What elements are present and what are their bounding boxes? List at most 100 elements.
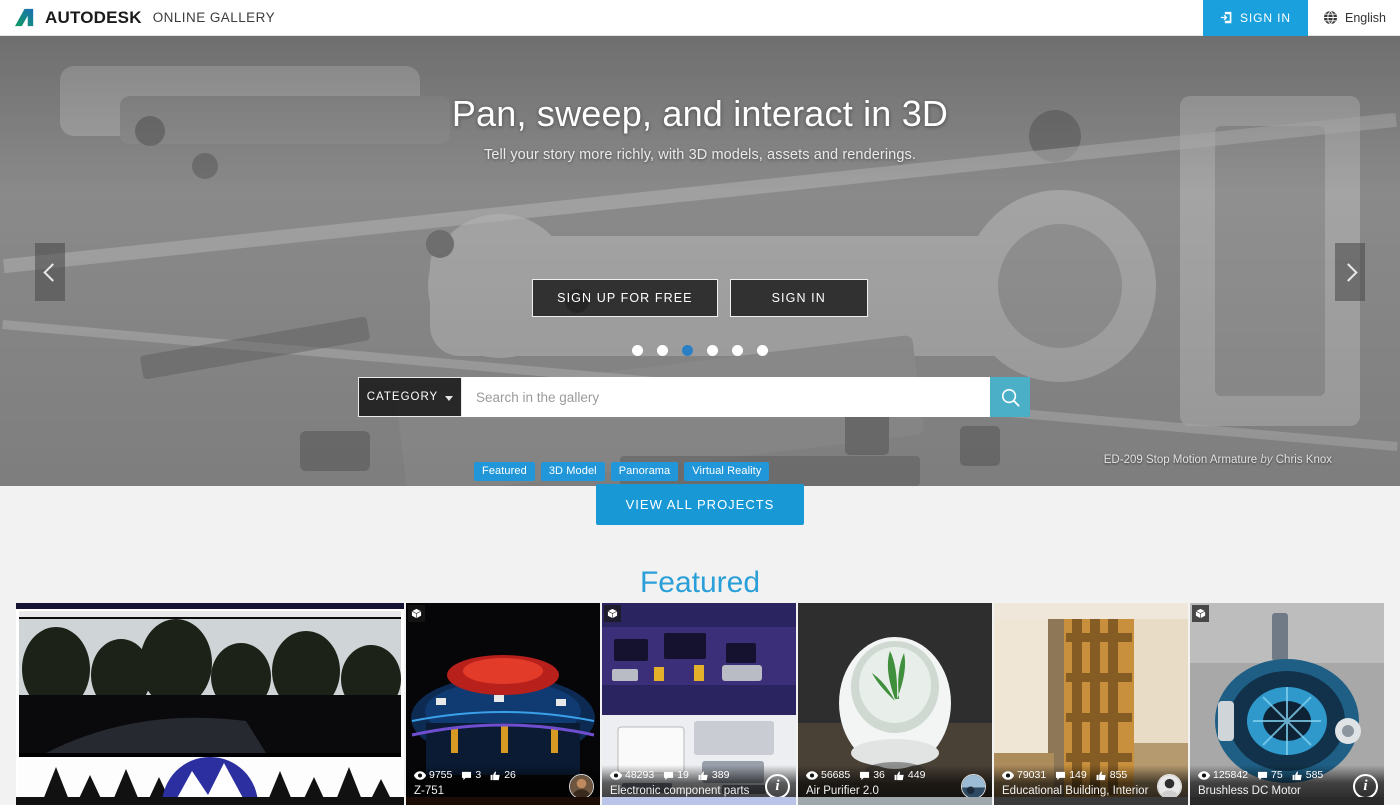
hero-attribution-by: by: [1260, 454, 1273, 466]
carousel-next-button[interactable]: [1335, 243, 1365, 301]
likes-stat: 585: [1292, 769, 1323, 782]
globe-icon: [1323, 10, 1338, 25]
likes-stat: 389: [698, 769, 730, 782]
views-stat: 79031: [1002, 769, 1046, 782]
category-label: CATEGORY: [366, 391, 439, 403]
gallery-card[interactable]: 48293 19 389 Electronic component parts: [602, 603, 796, 805]
likes-count: 855: [1109, 769, 1128, 781]
search-submit-button[interactable]: [990, 377, 1030, 417]
comments-stat: 3: [461, 769, 481, 782]
comment-icon: [462, 771, 472, 780]
card-stats: 48293 19 389: [610, 769, 788, 782]
info-icon[interactable]: i: [765, 774, 790, 799]
card-title: Air Purifier 2.0: [806, 785, 879, 797]
views-count: 56685: [821, 769, 851, 781]
gallery-card[interactable]: [16, 797, 404, 805]
sign-in-button[interactable]: SIGN IN: [1203, 0, 1308, 36]
gallery-card[interactable]: 79031 149 855 Educational Building, Inte…: [994, 603, 1188, 805]
brand-name: AUTODESK: [45, 7, 142, 27]
cube-icon: [1192, 605, 1209, 622]
eye-icon: [414, 771, 426, 780]
sign-in-label: SIGN IN: [1240, 10, 1291, 25]
views-stat: 56685: [806, 769, 850, 782]
gallery-card[interactable]: [406, 797, 600, 805]
avatar[interactable]: [1157, 774, 1182, 799]
carousel-dot-3[interactable]: [682, 345, 693, 356]
views-stat: 9755: [414, 769, 452, 782]
carousel-prev-button[interactable]: [35, 243, 65, 301]
featured-grid: 9755 3 26 Z-751 48293 19 389 Electronic …: [16, 603, 1384, 805]
hero-sign-in-button[interactable]: SIGN IN: [729, 279, 868, 317]
likes-count: 389: [711, 769, 730, 781]
thumbs-up-icon: [894, 771, 904, 780]
chevron-down-icon: [445, 396, 454, 401]
eye-icon: [1002, 771, 1014, 780]
sign-up-for-free-button[interactable]: SIGN UP FOR FREE: [532, 279, 718, 317]
eye-icon: [1198, 771, 1210, 780]
views-count: 48293: [625, 769, 655, 781]
card-title: Electronic component parts: [610, 785, 750, 797]
search-tag-virtual-reality[interactable]: Virtual Reality: [684, 462, 770, 481]
views-count: 79031: [1017, 769, 1047, 781]
thumbs-up-icon: [490, 771, 500, 780]
comment-icon: [860, 771, 870, 780]
search-tag-panorama[interactable]: Panorama: [610, 462, 679, 481]
language-label: English: [1345, 10, 1386, 25]
gallery-card[interactable]: 9755 3 26 Z-751: [406, 603, 600, 805]
gallery-card[interactable]: [1190, 797, 1384, 805]
info-icon[interactable]: i: [1353, 774, 1378, 799]
eye-icon: [806, 771, 818, 780]
brand-subtitle: ONLINE GALLERY: [152, 10, 276, 25]
comments-count: 36: [873, 769, 885, 781]
hero-attribution: ED-209 Stop Motion Armature by Chris Kno…: [1104, 454, 1332, 466]
avatar-image: [570, 775, 593, 798]
gallery-card[interactable]: [994, 797, 1188, 805]
likes-count: 26: [504, 769, 516, 781]
comments-count: 75: [1271, 769, 1283, 781]
carousel-dot-4[interactable]: [707, 345, 718, 356]
comments-count: 3: [475, 769, 482, 781]
cube-glyph: [607, 608, 618, 619]
avatar[interactable]: [569, 774, 594, 799]
carousel-dot-6[interactable]: [757, 345, 768, 356]
view-all-projects-button[interactable]: VIEW ALL PROJECTS: [595, 484, 805, 525]
card-thumbnail: [16, 603, 404, 805]
cube-icon: [408, 605, 425, 622]
cube-glyph: [411, 608, 422, 619]
gallery-card[interactable]: 56685 36 449 Air Purifier 2.0: [798, 603, 992, 805]
comment-icon: [1258, 771, 1268, 780]
brand-logo[interactable]: AUTODESK ONLINE GALLERY: [0, 8, 275, 28]
carousel-dot-5[interactable]: [732, 345, 743, 356]
carousel-dot-2[interactable]: [657, 345, 668, 356]
top-bar: AUTODESK ONLINE GALLERY SIGN IN English: [0, 0, 1400, 36]
top-bar-right: SIGN IN English: [1203, 0, 1400, 36]
search-tag-featured[interactable]: Featured: [474, 462, 535, 481]
card-title: Brushless DC Motor: [1198, 785, 1301, 797]
avatar[interactable]: [961, 774, 986, 799]
carousel-dot-1[interactable]: [632, 345, 643, 356]
search-input[interactable]: [462, 377, 990, 417]
search-tag-list: Featured 3D Model Panorama Virtual Reali…: [474, 462, 770, 481]
category-dropdown[interactable]: CATEGORY: [358, 377, 462, 417]
hero-carousel: Pan, sweep, and interact in 3D Tell your…: [0, 36, 1400, 486]
gallery-card[interactable]: [798, 797, 992, 805]
card-stats: 9755 3 26: [414, 769, 592, 782]
cube-glyph: [1195, 608, 1206, 619]
gallery-card[interactable]: [16, 603, 404, 805]
language-selector[interactable]: English: [1308, 0, 1400, 36]
likes-stat: 449: [894, 769, 925, 782]
carousel-dots: [0, 345, 1400, 356]
views-stat: 48293: [610, 769, 654, 782]
eye-icon: [610, 771, 622, 780]
comment-icon: [664, 771, 674, 780]
comments-stat: 75: [1257, 769, 1283, 782]
avatar-image: [962, 775, 985, 798]
views-count: 125842: [1213, 769, 1249, 781]
chevron-right-icon: [1338, 262, 1358, 282]
hero-attribution-author: Chris Knox: [1275, 454, 1332, 466]
comments-stat: 36: [859, 769, 885, 782]
gallery-card[interactable]: [602, 797, 796, 805]
search-tag-3d-model[interactable]: 3D Model: [540, 462, 605, 481]
hero-attribution-title: ED-209 Stop Motion Armature: [1103, 454, 1258, 466]
gallery-card[interactable]: 125842 75 585 Brushless DC Motor i: [1190, 603, 1384, 805]
